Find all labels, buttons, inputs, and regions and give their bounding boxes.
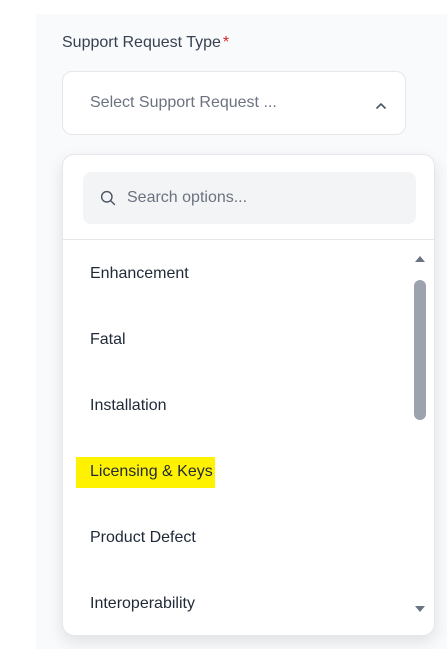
support-request-type-select[interactable]: Select Support Request ... — [62, 71, 406, 135]
option-fatal[interactable]: Fatal — [90, 320, 126, 360]
option-product-defect[interactable]: Product Defect — [90, 518, 196, 558]
option-enhancement[interactable]: Enhancement — [90, 254, 189, 294]
scroll-down-arrow-icon[interactable] — [414, 605, 426, 613]
search-box[interactable] — [83, 172, 416, 224]
required-asterisk: * — [222, 34, 230, 51]
options-list: Enhancement Fatal Installation Licensing… — [63, 240, 434, 635]
select-current-value: Select Support Request ... — [90, 94, 277, 111]
scrollbar-thumb[interactable] — [414, 280, 426, 420]
option-label: Product Defect — [90, 529, 196, 546]
option-label: Enhancement — [90, 265, 189, 282]
option-label: Interoperability — [90, 595, 195, 612]
option-label: Installation — [90, 397, 167, 414]
option-installation[interactable]: Installation — [90, 386, 167, 426]
option-licensing-and-keys[interactable]: Licensing & Keys — [76, 452, 215, 492]
search-options-input[interactable] — [127, 172, 407, 224]
option-interoperability[interactable]: Interoperability — [90, 584, 195, 624]
search-icon — [100, 190, 116, 206]
support-request-type-label-text: Support Request Type — [62, 34, 221, 51]
scroll-up-arrow-icon[interactable] — [414, 255, 426, 263]
option-label: Fatal — [90, 331, 126, 348]
option-label: Licensing & Keys — [76, 457, 215, 486]
select-dropdown-menu: Enhancement Fatal Installation Licensing… — [62, 154, 435, 636]
chevron-up-icon — [376, 103, 386, 109]
support-request-type-label: Support Request Type * — [62, 34, 229, 52]
